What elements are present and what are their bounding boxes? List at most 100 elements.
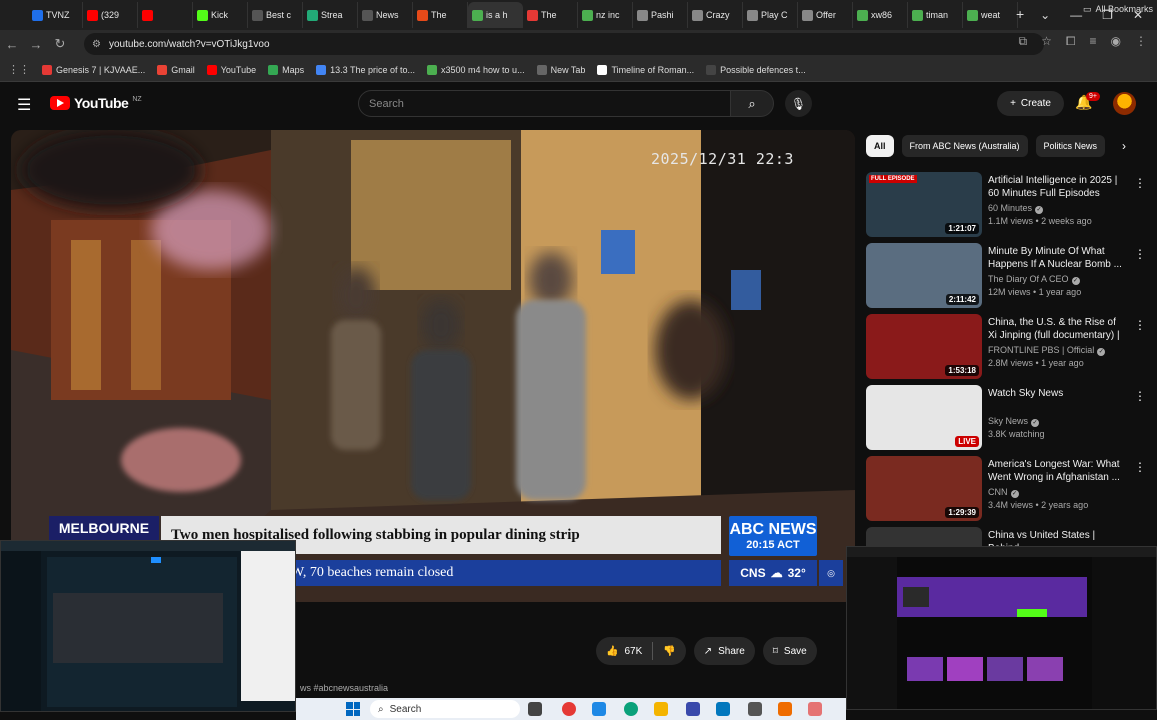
browser-tab[interactable] [138,2,193,28]
channel-name[interactable]: 60 Minutes ✓ [988,203,1044,214]
forward-icon[interactable]: → [24,37,48,52]
video-thumbnail[interactable]: FULL EPISODE 1:21:07 [866,172,982,237]
app-icon[interactable] [778,702,792,716]
thumbs-up-icon: 👍 [606,645,619,657]
channel-name[interactable]: The Diary Of A CEO ✓ [988,274,1080,285]
browser-tab[interactable]: News [358,2,413,28]
bookmark-item[interactable]: Gmail [157,64,195,75]
browser-menu-icon[interactable]: ⋮ [1135,34,1147,49]
like-button[interactable]: 👍 67K [596,637,652,665]
more-options-icon[interactable]: ⋮ [1134,247,1146,261]
browser-tab[interactable]: nz inc [578,2,633,28]
widgets-icon[interactable] [528,702,542,716]
save-button[interactable]: ⌑ Save [762,637,817,665]
channel-name[interactable]: Sky News ✓ [988,416,1040,427]
video-thumbnail[interactable]: 1:29:39 [866,456,982,521]
profile-icon[interactable]: ◉ [1111,34,1121,49]
browser-tab[interactable]: is a h [468,2,523,28]
filter-chip[interactable]: Politics News [1035,135,1106,157]
video-title[interactable]: China, the U.S. & the Rise of Xi Jinping… [988,316,1126,343]
more-options-icon[interactable]: ⋮ [1134,176,1146,190]
video-player[interactable]: 2025/12/31 22:3 MELBOURNE Two men hospit… [11,130,855,602]
bookmark-item[interactable]: Possible defences t... [706,64,806,75]
extensions-icon[interactable]: ⧠ [1066,34,1076,49]
app-icon[interactable] [716,702,730,716]
taskbar-search[interactable]: ⌕ Search [370,700,520,718]
browser-tab[interactable]: Play C [743,2,798,28]
back-icon[interactable]: ← [0,37,24,52]
channel-name[interactable]: CNN ✓ [988,487,1019,498]
browser-tab[interactable]: weat [963,2,1018,28]
browser-tab[interactable]: timan [908,2,963,28]
app-icon[interactable] [592,702,606,716]
voice-search-button[interactable]: 🎙 [785,90,812,117]
more-options-icon[interactable]: ⋮ [1134,318,1146,332]
search-input[interactable]: Search [358,90,731,117]
browser-tab[interactable]: Offer [798,2,853,28]
browser-tab[interactable]: xw86 [853,2,908,28]
browser-tab[interactable]: Best c [248,2,303,28]
dislike-button[interactable]: 👎 [653,637,685,665]
bookmark-item[interactable]: x3500 m4 how to u... [427,64,525,75]
install-icon[interactable]: ⧉ [1019,34,1028,49]
channel-name[interactable]: FRONTLINE PBS | Official ✓ [988,345,1106,356]
screen-share-thumbnail-right[interactable] [846,546,1157,710]
new-tab-button[interactable]: + [1016,6,1024,22]
apps-grid-icon[interactable]: ⋮⋮ [8,63,30,76]
account-avatar[interactable] [1113,92,1136,115]
video-thumbnail[interactable]: 2:11:42 [866,243,982,308]
filter-chip[interactable]: All [866,135,894,157]
bookmark-item[interactable]: 13.3 The price of to... [316,64,415,75]
bookmark-item[interactable]: Maps [268,64,304,75]
bookmark-item[interactable]: YouTube [206,64,256,75]
site-info-icon[interactable]: ⚙ [92,39,101,50]
create-button[interactable]: + Create [997,91,1064,116]
screen-share-thumbnail-left[interactable] [0,540,296,712]
bookmark-item[interactable]: Timeline of Roman... [597,64,694,75]
edge-icon[interactable] [624,702,638,716]
app-icon[interactable] [686,702,700,716]
filter-chip[interactable]: From ABC News (Australia) [901,135,1028,157]
video-thumbnail[interactable]: 1:53:18 [866,314,982,379]
bookmark-item[interactable]: Genesis 7 | KJVAAE... [42,64,145,75]
recommended-video[interactable]: 1:29:39 America's Longest War: What Went … [866,456,1152,522]
browser-tab[interactable]: Kick [193,2,248,28]
sidebar-icon[interactable]: ≡ [1090,34,1097,49]
browser-tab[interactable]: (329 [83,2,138,28]
search-button[interactable]: ⌕ [730,90,774,117]
browser-tab[interactable]: Pashi [633,2,688,28]
tab-search-icon[interactable]: ⌄ [1040,8,1050,22]
bookmark-star-icon[interactable]: ☆ [1041,34,1052,49]
video-hashtags[interactable]: ws #abcnewsaustralia [300,683,388,693]
more-options-icon[interactable]: ⋮ [1134,460,1146,474]
video-thumbnail[interactable]: LIVE [866,385,982,450]
youtube-logo[interactable]: YouTube NZ [50,95,142,111]
recommended-video[interactable]: FULL EPISODE 1:21:07 Artificial Intelligen… [866,172,1152,238]
address-bar[interactable]: ⚙ youtube.com/watch?v=vOTiJkg1voo [84,33,1044,55]
chrome-icon[interactable] [562,702,576,716]
browser-tab[interactable]: The [523,2,578,28]
recommended-video[interactable]: 1:53:18 China, the U.S. & the Rise of Xi … [866,314,1152,380]
video-title[interactable]: America's Longest War: What Went Wrong i… [988,458,1126,484]
video-title[interactable]: Watch Sky News [988,387,1126,400]
minimize-icon[interactable]: — [1070,8,1082,22]
bookmark-item[interactable]: New Tab [536,64,585,75]
video-title[interactable]: Minute By Minute Of What Happens If A Nu… [988,245,1126,271]
file-explorer-icon[interactable] [654,702,668,716]
app-icon[interactable] [808,702,822,716]
more-options-icon[interactable]: ⋮ [1134,389,1146,403]
browser-tab[interactable]: Strea [303,2,358,28]
app-icon[interactable] [748,702,762,716]
recommended-video[interactable]: LIVE Watch Sky News Sky News ✓ 3.8K watching… [866,385,1152,451]
video-title[interactable]: Artificial Intelligence in 2025 | 60 Min… [988,174,1126,200]
windows-start-icon[interactable] [346,702,360,716]
share-button[interactable]: ↗ Share [693,637,755,665]
browser-tab[interactable]: Crazy [688,2,743,28]
hamburger-menu-icon[interactable]: ☰ [17,95,31,115]
browser-tab[interactable]: TVNZ [28,2,83,28]
chevron-right-icon[interactable]: › [1122,139,1126,153]
recommended-video[interactable]: 2:11:42 Minute By Minute Of What Happens … [866,243,1152,309]
reload-icon[interactable]: ↻ [48,36,72,52]
browser-tab[interactable]: The [413,2,468,28]
all-bookmarks-button[interactable]: ▭ All Bookmarks [1083,4,1153,15]
